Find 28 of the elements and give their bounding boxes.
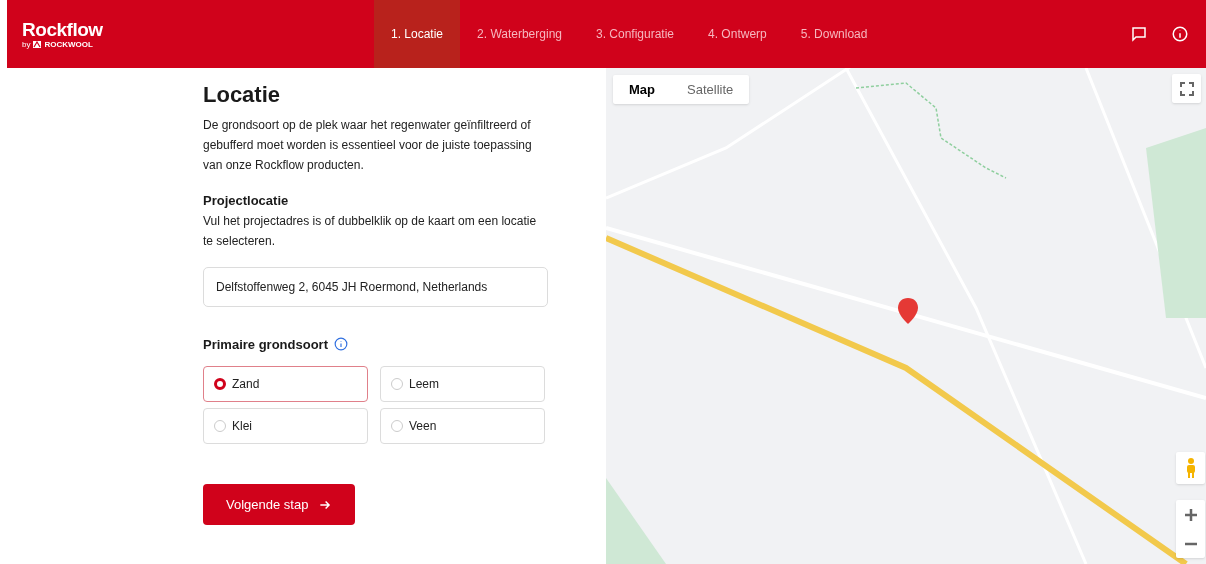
soil-label: Primaire grondsoort <box>203 335 328 354</box>
instruction-text: Vul het projectadres is of dubbelklik op de kaart om een locatie te selecteren. <box>203 212 538 250</box>
step-tab[interactable]: 3. Configuratie <box>579 0 692 68</box>
step-tab[interactable]: 1. Locatie <box>374 0 461 68</box>
plus-icon <box>1183 507 1198 522</box>
step-tab[interactable]: 4. Ontwerp <box>691 0 784 68</box>
soil-option[interactable]: Veen <box>380 408 545 444</box>
step-tab[interactable]: 2. Waterberging <box>460 0 579 68</box>
map-pin-icon <box>898 298 918 324</box>
fullscreen-button[interactable] <box>1172 74 1201 103</box>
logo-brand-text: ROCKWOOL <box>44 40 93 49</box>
info-icon[interactable] <box>333 337 348 352</box>
address-field[interactable]: Delfstoffenweg 2, 6045 JH Roermond, Netherlands <box>203 266 548 307</box>
logo-text: Rockflow <box>22 19 104 39</box>
map-type-tab[interactable]: Satellite <box>671 75 750 104</box>
soil-option[interactable]: Klei <box>203 408 368 444</box>
map-type-tab[interactable]: Map <box>613 75 671 104</box>
logo-by-text: by <box>22 40 31 49</box>
soil-option[interactable]: Leem <box>380 366 545 402</box>
section-title: Projectlocatie <box>203 192 290 210</box>
page-title: Locatie <box>203 81 282 109</box>
fullscreen-icon <box>1179 81 1194 96</box>
logo-mark-icon <box>33 41 42 48</box>
step-tab[interactable]: 5. Download <box>783 0 885 68</box>
chat-icon[interactable] <box>1130 25 1148 43</box>
intro-text: De grondsoort op de plek waar het regenwater geïnfiltreerd of gebufferd moet worden is essentieel voor de juiste toepassing van onze Rockflow producten. <box>203 117 533 174</box>
next-step-button[interactable]: Volgende stap <box>203 484 356 525</box>
soil-option[interactable]: Zand <box>203 366 368 402</box>
